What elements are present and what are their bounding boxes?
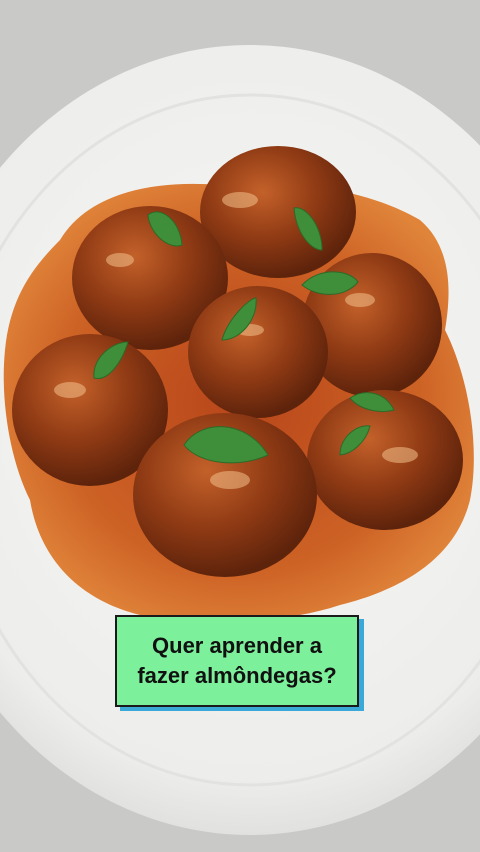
food-photo xyxy=(0,0,480,852)
caption-line-2: fazer almôndegas? xyxy=(137,663,337,688)
caption-line-1: Quer aprender a xyxy=(152,633,322,658)
meatball xyxy=(188,286,328,418)
caption-card: Quer aprender a fazer almôndegas? xyxy=(115,615,359,707)
